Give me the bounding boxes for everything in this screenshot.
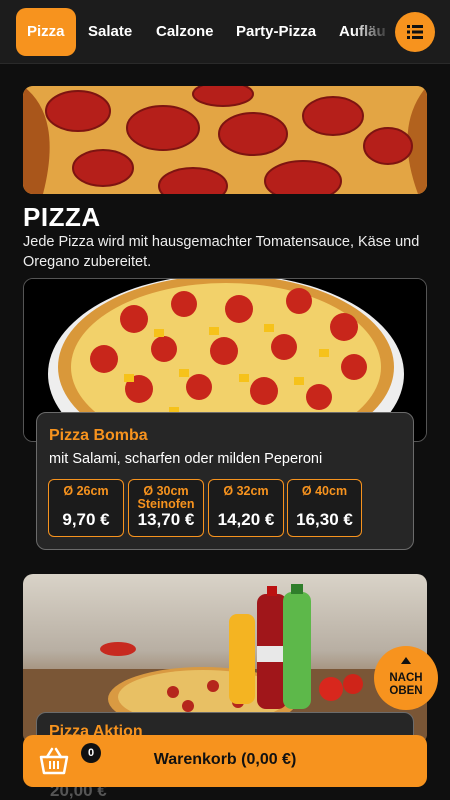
price-value: 13,70 € (137, 510, 195, 529)
arrow-up-icon (401, 657, 411, 664)
price-option-32cm[interactable]: Ø 32cm 14,20 € (208, 479, 284, 537)
partial-price: 20,00 € (50, 787, 107, 800)
scroll-to-top-button[interactable]: NACH OBEN (374, 646, 438, 710)
size-label: Ø 26cm (63, 484, 109, 498)
price-option-26cm[interactable]: Ø 26cm 9,70 € (48, 479, 124, 537)
list-icon (407, 25, 423, 39)
section-description: Jede Pizza wird mit hausgemachter Tomate… (23, 234, 420, 270)
price-option-40cm[interactable]: Ø 40cm 16,30 € (287, 479, 362, 537)
pepperoni-pizza-illustration (23, 86, 427, 194)
product-card: Pizza Bomba mit Salami, scharfen oder mi… (36, 412, 414, 550)
price-value: 16,30 € (296, 510, 353, 529)
size-label: Ø 32cm (223, 484, 269, 498)
category-menu-button[interactable] (395, 12, 435, 52)
cart-label: Warenkorb (0,00 €) (153, 751, 297, 768)
nav-fade (352, 0, 392, 63)
tab-salate[interactable]: Salate (88, 8, 132, 56)
cart-button[interactable]: 0 Warenkorb (0,00 €) (23, 735, 427, 787)
tab-party-pizza[interactable]: Party-Pizza (236, 8, 316, 56)
category-nav: Pizza Salate Calzone Party-Pizza Aufläu (0, 0, 450, 64)
size-label: Ø 40cm (301, 484, 348, 498)
tab-calzone[interactable]: Calzone (156, 8, 214, 56)
category-hero-image (23, 86, 427, 194)
size-label: Ø 30cm Steinofen (137, 484, 195, 511)
product-description: mit Salami, scharfen oder milden Peperon… (49, 451, 323, 467)
price-option-30cm-steinofen[interactable]: Ø 30cm Steinofen 13,70 € (128, 479, 204, 537)
scroll-to-top-label: NACH OBEN (389, 672, 423, 697)
price-value: 14,20 € (217, 510, 275, 529)
partial-price-row: 20,00 € (0, 787, 450, 800)
tab-pizza[interactable]: Pizza (16, 8, 76, 56)
product-name: Pizza Bomba (49, 427, 148, 444)
price-value: 9,70 € (62, 510, 110, 529)
section-title: PIZZA (23, 202, 101, 232)
